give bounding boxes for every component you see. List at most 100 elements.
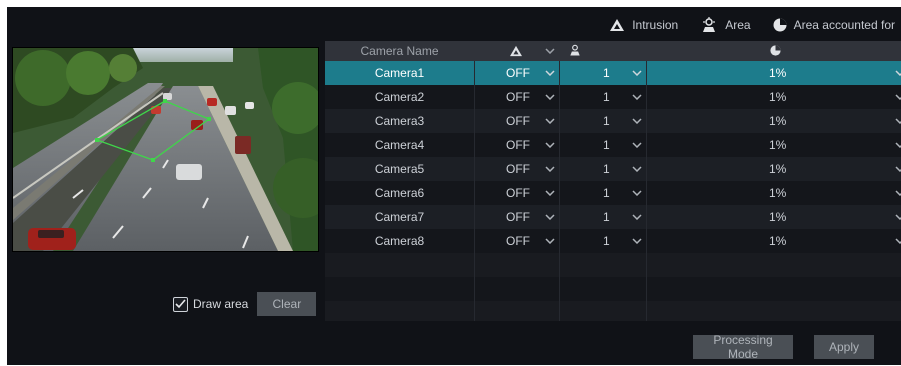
- chevron-down-icon[interactable]: [632, 190, 642, 196]
- empty-row: [325, 253, 901, 277]
- table-row[interactable]: Camera4 OFF 1 1%: [325, 133, 901, 157]
- intrusion-value: OFF: [506, 138, 530, 152]
- area-value: 1: [603, 90, 610, 104]
- intrusion-select[interactable]: OFF: [474, 157, 559, 181]
- camera-preview[interactable]: [12, 47, 319, 252]
- area-select[interactable]: 1: [559, 229, 646, 253]
- area-value: 1: [603, 66, 610, 80]
- apply-button[interactable]: Apply: [814, 335, 874, 359]
- intrusion-select[interactable]: OFF: [474, 85, 559, 109]
- intrusion-value: OFF: [506, 162, 530, 176]
- intrusion-select[interactable]: OFF: [474, 205, 559, 229]
- chevron-down-icon[interactable]: [545, 70, 555, 76]
- area-value: 1: [603, 162, 610, 176]
- chevron-down-icon[interactable]: [545, 48, 555, 54]
- chevron-down-icon[interactable]: [632, 94, 642, 100]
- intrusion-value: OFF: [506, 186, 530, 200]
- chevron-down-icon[interactable]: [545, 118, 555, 124]
- area-select[interactable]: 1: [559, 109, 646, 133]
- area-accounted-select[interactable]: 1%: [646, 181, 901, 205]
- table-header: Camera Name: [325, 41, 901, 61]
- header-area: [559, 41, 646, 61]
- chevron-down-icon[interactable]: [545, 166, 555, 172]
- table-row[interactable]: Camera8 OFF 1 1%: [325, 229, 901, 253]
- camera-name-cell: Camera8: [374, 234, 425, 248]
- camera-name-cell: Camera6: [374, 186, 425, 200]
- area-value: 1: [603, 234, 610, 248]
- table-row[interactable]: Camera5 OFF 1 1%: [325, 157, 901, 181]
- processing-mode-button[interactable]: Processing Mode: [693, 333, 793, 361]
- pie-chart-icon: [770, 45, 781, 56]
- chevron-down-icon[interactable]: [895, 166, 901, 172]
- checkmark-icon: [175, 299, 186, 309]
- area-accounted-select[interactable]: 1%: [646, 229, 901, 253]
- chevron-down-icon[interactable]: [545, 214, 555, 220]
- chevron-down-icon[interactable]: [545, 94, 555, 100]
- camera-name-cell: Camera7: [374, 210, 425, 224]
- chevron-down-icon[interactable]: [632, 238, 642, 244]
- table-body: Camera1 OFF 1 1% Camera2 OFF 1 1% Camera…: [325, 61, 901, 321]
- camera-name-cell: Camera1: [374, 66, 425, 80]
- chevron-down-icon[interactable]: [632, 166, 642, 172]
- legend-area-label: Area: [725, 18, 751, 32]
- area-accounted-select[interactable]: 1%: [646, 157, 901, 181]
- chevron-down-icon[interactable]: [895, 190, 901, 196]
- pie-chart-icon: [773, 18, 787, 32]
- chevron-down-icon[interactable]: [895, 214, 901, 220]
- area-select[interactable]: 1: [559, 205, 646, 229]
- area-accounted-select[interactable]: 1%: [646, 85, 901, 109]
- area-value: 1: [603, 210, 610, 224]
- chevron-down-icon[interactable]: [895, 238, 901, 244]
- header-intrusion[interactable]: [474, 41, 559, 61]
- chevron-down-icon[interactable]: [545, 190, 555, 196]
- camera-name-cell: Camera4: [374, 138, 425, 152]
- empty-row: [325, 277, 901, 301]
- intrusion-value: OFF: [506, 210, 530, 224]
- area-accounted-select[interactable]: 1%: [646, 133, 901, 157]
- camera-name-cell: Camera3: [374, 114, 425, 128]
- area-accounted-select[interactable]: 1%: [646, 61, 901, 85]
- chevron-down-icon[interactable]: [545, 142, 555, 148]
- table-row[interactable]: Camera1 OFF 1 1%: [325, 61, 901, 85]
- draw-area-checkbox[interactable]: [173, 296, 188, 312]
- icon-legend: Intrusion Area Area accounted for: [587, 17, 895, 33]
- intrusion-value: OFF: [506, 66, 530, 80]
- table-row[interactable]: Camera6 OFF 1 1%: [325, 181, 901, 205]
- chevron-down-icon[interactable]: [895, 94, 901, 100]
- intrusion-value: OFF: [506, 114, 530, 128]
- intrusion-select[interactable]: OFF: [474, 133, 559, 157]
- camera-snapshot: [13, 48, 318, 251]
- legend-accounted-label: Area accounted for: [793, 18, 895, 32]
- chevron-down-icon[interactable]: [895, 70, 901, 76]
- area-select[interactable]: 1: [559, 157, 646, 181]
- table-row[interactable]: Camera2 OFF 1 1%: [325, 85, 901, 109]
- area-icon: [570, 44, 580, 56]
- clear-button[interactable]: Clear: [257, 292, 317, 316]
- chevron-down-icon[interactable]: [632, 214, 642, 220]
- intrusion-value: OFF: [506, 234, 530, 248]
- table-row[interactable]: Camera7 OFF 1 1%: [325, 205, 901, 229]
- table-row[interactable]: Camera3 OFF 1 1%: [325, 109, 901, 133]
- area-select[interactable]: 1: [559, 181, 646, 205]
- chevron-down-icon[interactable]: [632, 118, 642, 124]
- camera-table: Camera Name Camera1 OFF 1 1% Camera2 OFF…: [325, 41, 901, 321]
- area-accounted-value: 1%: [769, 90, 787, 104]
- chevron-down-icon[interactable]: [632, 142, 642, 148]
- area-accounted-select[interactable]: 1%: [646, 109, 901, 133]
- intrusion-select[interactable]: OFF: [474, 109, 559, 133]
- chevron-down-icon[interactable]: [545, 238, 555, 244]
- intrusion-select[interactable]: OFF: [474, 229, 559, 253]
- intrusion-settings-panel: Intrusion Area Area accounted for Draw a…: [7, 7, 901, 365]
- area-select[interactable]: 1: [559, 133, 646, 157]
- header-camera-name[interactable]: Camera Name: [325, 41, 474, 61]
- area-accounted-value: 1%: [769, 66, 787, 80]
- area-select[interactable]: 1: [559, 61, 646, 85]
- area-accounted-select[interactable]: 1%: [646, 205, 901, 229]
- area-select[interactable]: 1: [559, 85, 646, 109]
- chevron-down-icon[interactable]: [632, 70, 642, 76]
- area-accounted-value: 1%: [769, 114, 787, 128]
- chevron-down-icon[interactable]: [895, 118, 901, 124]
- intrusion-select[interactable]: OFF: [474, 181, 559, 205]
- intrusion-select[interactable]: OFF: [474, 61, 559, 85]
- chevron-down-icon[interactable]: [895, 142, 901, 148]
